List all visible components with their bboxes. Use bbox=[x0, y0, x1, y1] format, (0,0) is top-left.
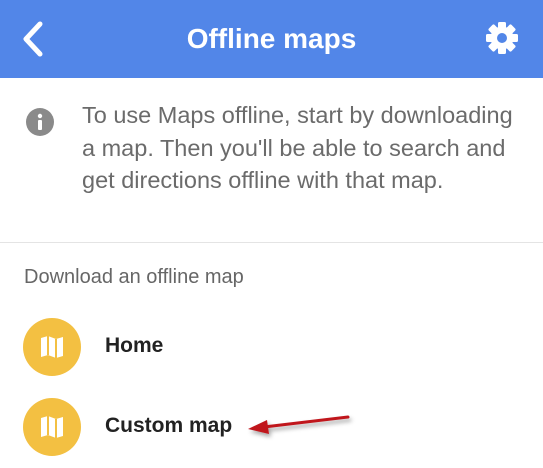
section-heading: Download an offline map bbox=[24, 266, 244, 288]
back-button[interactable] bbox=[14, 17, 54, 61]
page-title: Offline maps bbox=[186, 23, 357, 54]
map-icon bbox=[23, 318, 81, 376]
info-icon bbox=[26, 108, 54, 136]
settings-button[interactable] bbox=[482, 18, 522, 58]
chevron-left-icon bbox=[23, 21, 43, 57]
gear-icon bbox=[486, 22, 518, 54]
map-item-home[interactable]: Home bbox=[0, 314, 543, 380]
map-item-label: Home bbox=[105, 334, 164, 357]
map-item-custom-map[interactable]: Custom map bbox=[0, 394, 543, 460]
info-message: To use Maps offline, start by downloadin… bbox=[82, 102, 513, 193]
map-item-label: Custom map bbox=[105, 414, 233, 437]
info-section: To use Maps offline, start by downloadin… bbox=[0, 78, 543, 243]
app-bar: Offline maps bbox=[0, 0, 543, 78]
map-icon bbox=[23, 398, 81, 456]
